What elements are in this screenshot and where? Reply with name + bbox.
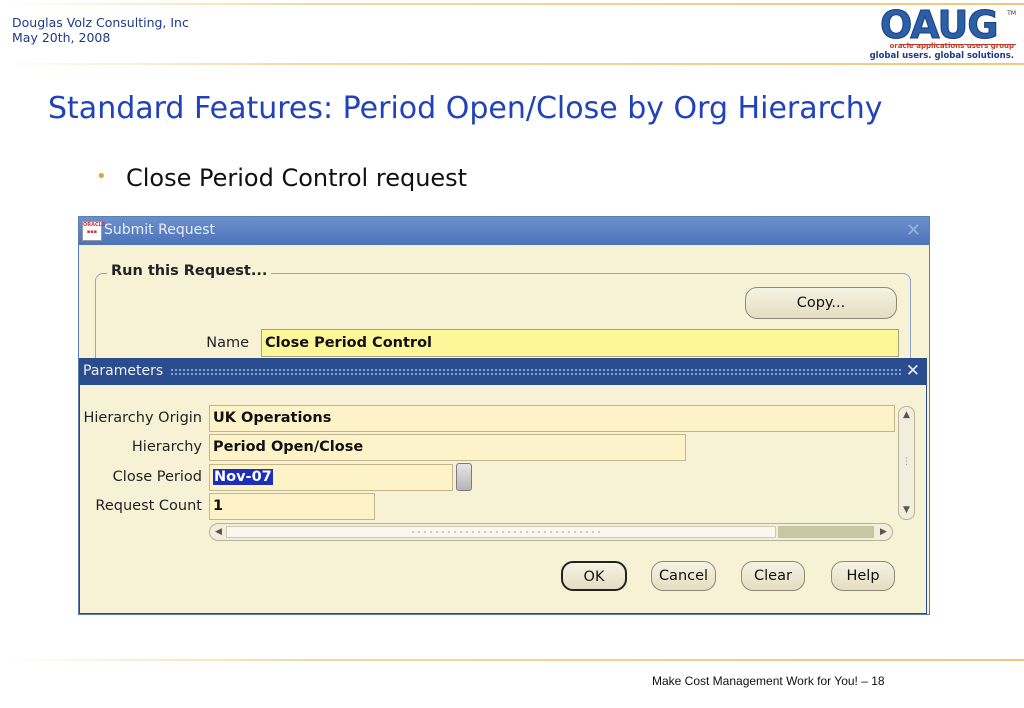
name-field[interactable]: Close Period Control — [261, 329, 899, 357]
company-name: Douglas Volz Consulting, Inc — [12, 15, 189, 30]
logo-trademark: TM — [1007, 10, 1016, 17]
logo-wordmark: OAUG — [880, 3, 1000, 47]
clear-button[interactable]: Clear — [741, 561, 805, 591]
close-period-field[interactable]: Nov-07 — [209, 464, 453, 491]
horizontal-scrollbar[interactable]: ◀ ▶ — [209, 523, 893, 541]
presentation-date: May 20th, 2008 — [12, 30, 111, 45]
vertical-scrollbar[interactable]: ▲ ⋮ ▼ — [898, 406, 915, 520]
parameters-window: Parameters ✕ Hierarchy Origin UK Operati… — [79, 358, 927, 614]
scroll-down-icon[interactable]: ▼ — [899, 503, 914, 518]
logo-tagline: global users. global solutions. — [869, 51, 1014, 61]
titlebar-grip — [170, 368, 902, 377]
hierarchy-origin-field[interactable]: UK Operations — [209, 405, 895, 432]
header-rule — [0, 3, 1024, 5]
parameters-title: Parameters — [83, 363, 164, 379]
company-block: Douglas Volz Consulting, Inc May 20th, 2… — [12, 15, 189, 45]
name-label: Name — [206, 335, 249, 351]
param-label-hierarchy-origin: Hierarchy Origin — [83, 410, 202, 426]
scroll-grip — [410, 530, 600, 535]
parameters-titlebar[interactable]: Parameters ✕ — [80, 359, 926, 385]
logo-subtitle: oracle applications users group — [889, 42, 1015, 50]
hierarchy-field[interactable]: Period Open/Close — [209, 434, 686, 461]
scroll-grip-icon: ⋮ — [902, 457, 911, 467]
scroll-left-icon[interactable]: ◀ — [211, 524, 226, 540]
slide-title: Standard Features: Period Open/Close by … — [48, 91, 883, 126]
scroll-right-icon[interactable]: ▶ — [876, 524, 891, 540]
bullet-icon: • — [96, 166, 107, 187]
scroll-track — [778, 526, 874, 538]
request-count-field[interactable]: 1 — [209, 493, 375, 520]
close-icon[interactable]: ✕ — [906, 361, 920, 381]
footer-text: Make Cost Management Work for You! – 18 — [652, 674, 885, 688]
scroll-up-icon[interactable]: ▲ — [899, 408, 914, 423]
oracle-forms-icon: ORACLE ▪▪▪ — [82, 221, 105, 241]
ok-button[interactable]: OK — [561, 561, 627, 591]
copy-button[interactable]: Copy... — [745, 287, 897, 319]
group-label: Run this Request... — [107, 263, 272, 279]
help-button[interactable]: Help — [831, 561, 895, 591]
lov-button-icon[interactable] — [456, 463, 472, 491]
cancel-button[interactable]: Cancel — [651, 561, 716, 591]
header-rule-lower — [0, 63, 1024, 65]
footer-rule — [0, 659, 1024, 661]
close-period-value: Nov-07 — [213, 469, 273, 485]
param-label-hierarchy: Hierarchy — [131, 439, 202, 455]
oaug-logo: OAUG TM oracle applications users group … — [870, 3, 1016, 64]
param-label-close-period: Close Period — [112, 469, 202, 485]
close-icon[interactable]: ✕ — [906, 220, 921, 241]
param-label-request-count: Request Count — [95, 498, 202, 514]
window-title: Submit Request — [104, 222, 215, 238]
bullet-text: Close Period Control request — [126, 164, 468, 192]
window-titlebar[interactable]: ORACLE ▪▪▪ Submit Request ✕ — [79, 217, 929, 245]
